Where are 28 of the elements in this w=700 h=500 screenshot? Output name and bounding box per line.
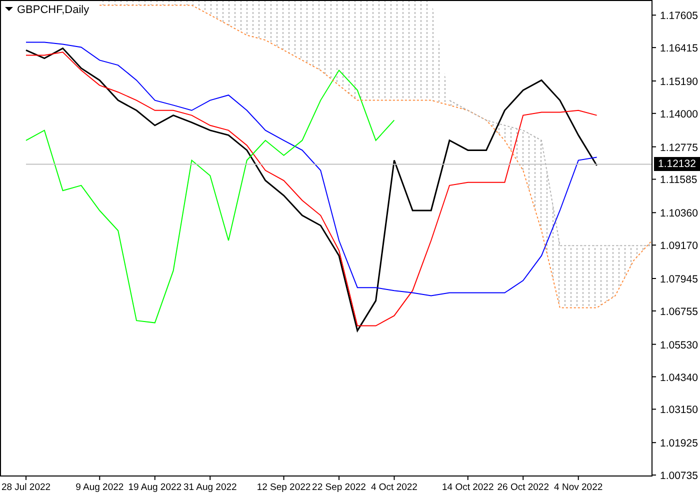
y-tick-label: 1.09170 <box>660 240 698 252</box>
x-tick-label: 9 Aug 2022 <box>76 482 124 493</box>
x-tick-label: 26 Oct 2022 <box>497 482 549 493</box>
y-tick-label: 1.12775 <box>660 142 698 154</box>
y-tick-label: 1.17605 <box>660 10 698 22</box>
price-label: 1.12132 <box>654 157 700 172</box>
y-tick-label: 1.16415 <box>660 42 698 55</box>
dropdown-icon[interactable] <box>5 7 13 11</box>
x-tick-label: 28 Jul 2022 <box>1 482 51 493</box>
x-tick-label: 31 Aug 2022 <box>183 482 237 493</box>
y-tick-label: 1.00735 <box>660 470 698 482</box>
y-tick-label: 1.15190 <box>660 76 698 88</box>
x-tick-label: 4 Nov 2022 <box>554 482 603 493</box>
y-tick-label: 1.11585 <box>660 174 698 186</box>
y-tick-label: 1.05530 <box>660 339 698 352</box>
x-tick-label: 19 Aug 2022 <box>128 482 182 493</box>
x-tick-label: 14 Oct 2022 <box>442 482 494 493</box>
y-tick-label: 1.03150 <box>660 404 698 416</box>
y-tick-label: 1.07945 <box>660 273 698 286</box>
y-tick-label: 1.14000 <box>660 108 698 120</box>
x-tick-label: 22 Sep 2022 <box>312 482 366 493</box>
y-tick-label: 1.10360 <box>660 208 698 220</box>
chart-title: GBPCHF,Daily <box>17 4 90 16</box>
x-tick-label: 12 Sep 2022 <box>256 482 311 493</box>
y-tick-label: 1.04340 <box>660 372 698 384</box>
x-tick-label: 4 Oct 2022 <box>371 482 418 493</box>
y-tick-label: 1.01925 <box>660 438 698 450</box>
y-tick-label: 1.06755 <box>660 306 698 318</box>
